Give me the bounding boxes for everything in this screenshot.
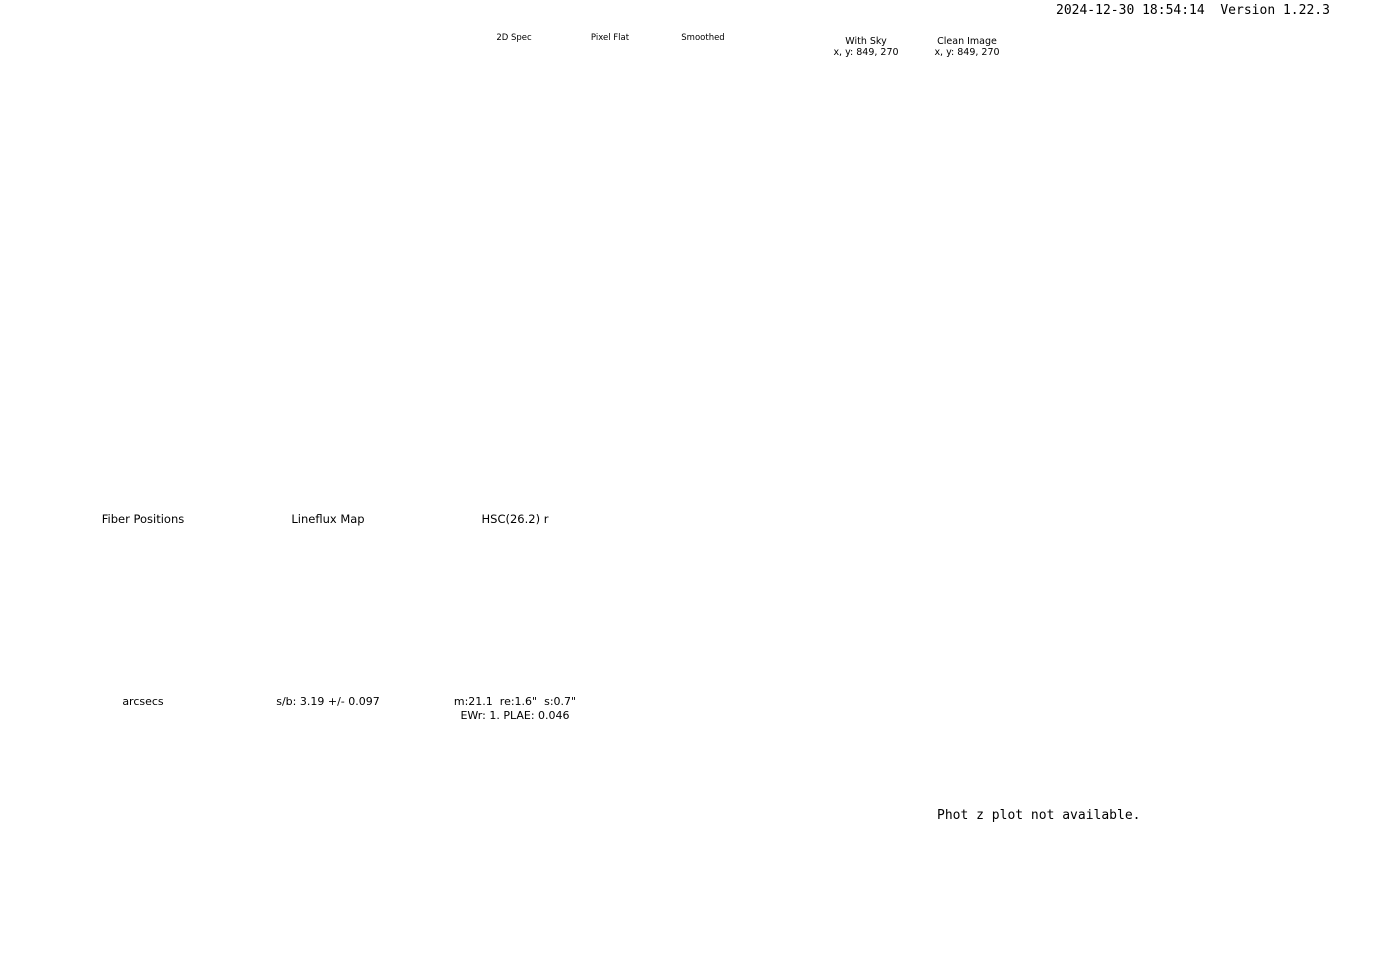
clean-image-title: Clean Image <box>937 36 997 47</box>
clean-image-coords: x, y: 849, 270 <box>934 47 1000 58</box>
spec2d-header-2dspec: 2D Spec <box>496 33 532 43</box>
hsc-r-title: HSC(26.2) r <box>481 512 549 526</box>
hsc-caption-2: EWr: 1. PLAE: 0.046 <box>460 709 570 722</box>
photz-notice: Phot z plot not available. <box>937 808 1141 823</box>
lineflux-map-title: Lineflux Map <box>291 512 365 526</box>
lineflux-caption: s/b: 3.19 +/- 0.097 <box>276 695 380 708</box>
hsc-caption-1: m:21.1 re:1.6" s:0.7" <box>453 695 577 708</box>
elixer-report: 2024-12-30 18:54:14 Version 1.22.3 2D Sp… <box>0 0 1400 953</box>
fiber-positions-title: Fiber Positions <box>101 512 185 526</box>
spec2d-header-pixelflat: Pixel Flat <box>590 33 630 43</box>
fiber-xlabel: arcsecs <box>122 695 164 708</box>
with-sky-title: With Sky <box>845 36 887 47</box>
timestamp-version: 2024-12-30 18:54:14 Version 1.22.3 <box>1056 3 1330 18</box>
spec2d-header-smoothed: Smoothed <box>681 33 725 43</box>
with-sky-coords: x, y: 849, 270 <box>833 47 899 58</box>
